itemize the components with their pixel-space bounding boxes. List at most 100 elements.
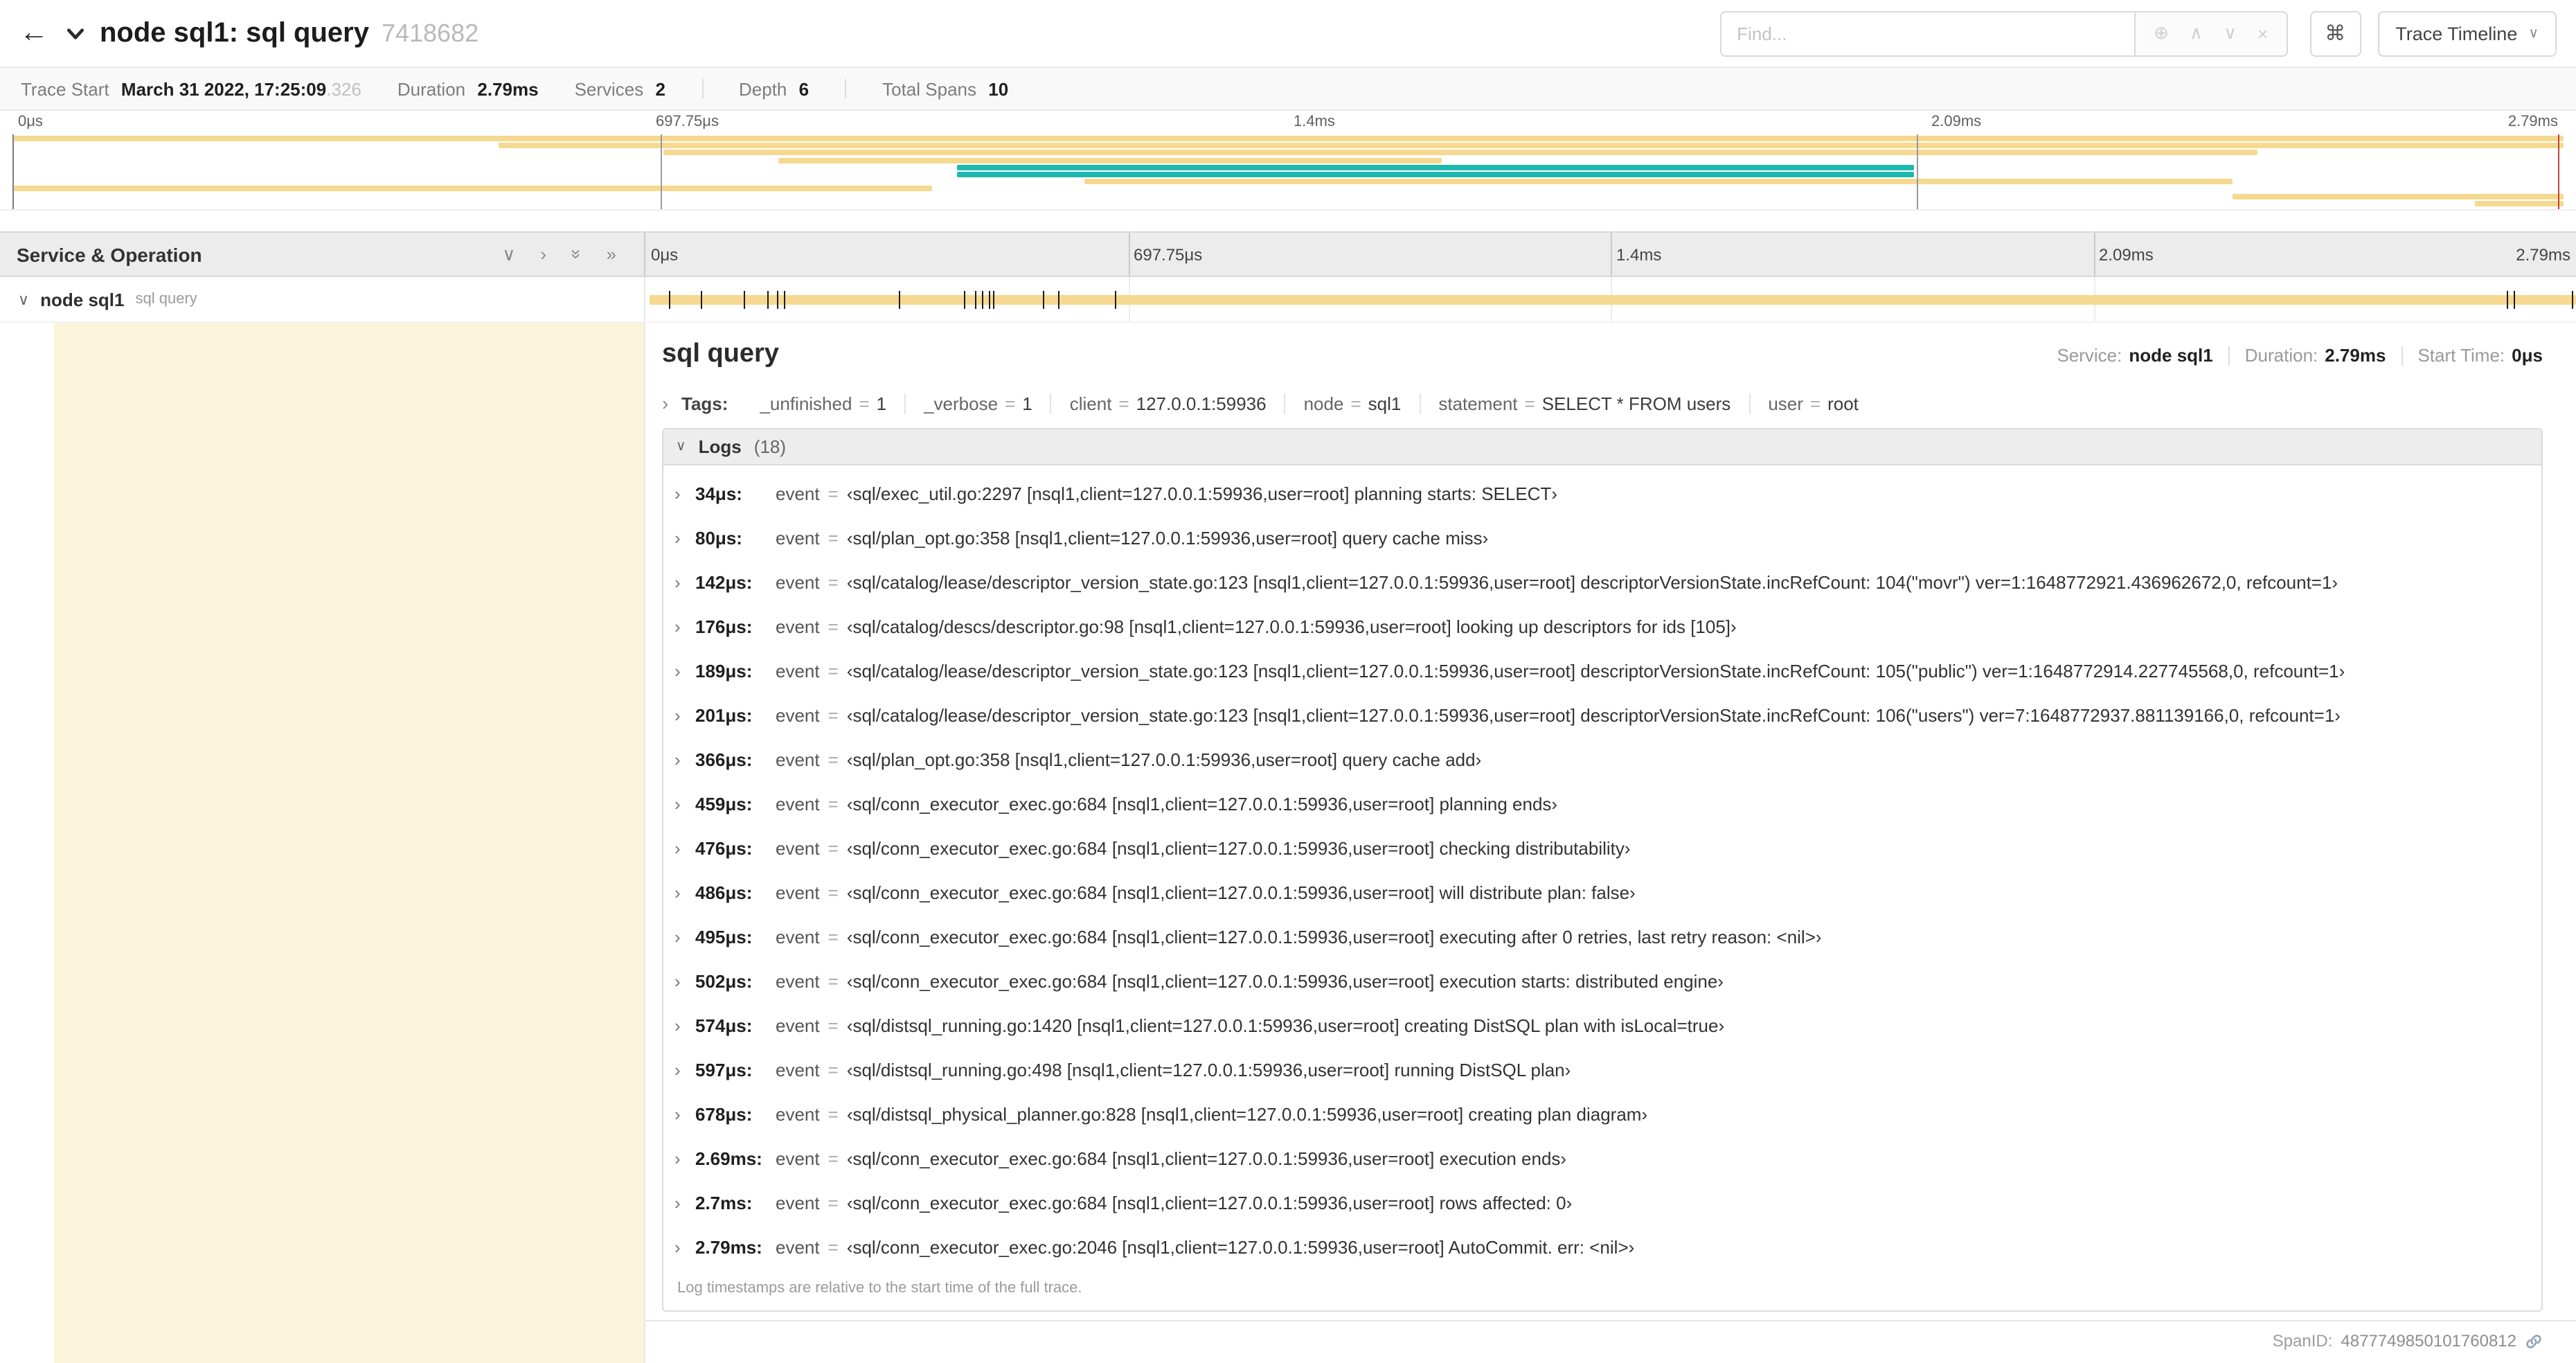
log-value: ‹sql/catalog/descs/descriptor.go:98 [nsq… [846, 616, 1737, 636]
chevron-right-icon[interactable]: › [662, 392, 679, 414]
chevron-right-icon[interactable]: › [674, 970, 695, 991]
chevron-right-icon[interactable]: › [674, 616, 695, 636]
log-timestamp: 189μs: [695, 660, 753, 681]
chevron-right-icon[interactable]: › [674, 749, 695, 769]
span-row[interactable]: ∨ node sql1 sql query [0, 277, 2576, 323]
tag-item: node = sql1 [1284, 393, 1420, 413]
tag-value: 1 [876, 393, 887, 413]
minimap-scrubber-handle[interactable] [660, 134, 662, 209]
timeline-minimap[interactable] [0, 134, 2576, 211]
minimap-canvas[interactable] [12, 134, 2564, 209]
chevron-right-icon[interactable]: › [674, 1192, 695, 1213]
spanid-label: SpanID: [2272, 1331, 2333, 1351]
log-row[interactable]: › 34μs: event = ‹sql/exec_util.go:2297 [nsql… [663, 471, 2541, 515]
header-actions: ⊕ ∧ ∨ × ⌘ Trace Timeline ∨ [1720, 10, 2557, 56]
log-row[interactable]: › 201μs: event = ‹sql/catalog/lease/descript… [663, 693, 2541, 737]
chevron-right-icon[interactable]: › [674, 1148, 695, 1168]
expand-all-icon[interactable]: » [607, 244, 616, 265]
log-row[interactable]: › 678μs: event = ‹sql/distsql_physical_plann… [663, 1092, 2541, 1136]
tags-row[interactable]: › Tags: _unfinished = 1 _verbose = 1 client = 12… [662, 392, 2543, 414]
log-value: ‹sql/plan_opt.go:358 [nsql1,client=127.0… [846, 749, 1482, 769]
log-row[interactable]: › 495μs: event = ‹sql/conn_executor_exec.go:… [663, 914, 2541, 959]
back-button[interactable]: ← [19, 17, 48, 50]
log-row[interactable]: › 2.79ms: event = ‹sql/conn_executor_exec.go… [663, 1224, 2541, 1269]
chevron-right-icon[interactable]: › [674, 1236, 695, 1257]
link-icon[interactable] [2525, 1332, 2543, 1350]
chevron-right-icon[interactable]: › [540, 244, 546, 265]
expander-chevron-down-icon[interactable]: ∨ [18, 290, 29, 308]
span-detail-region: sql query Service: node sql1 Duration: 2.7… [0, 323, 2576, 1363]
duration-stat: Duration 2.79ms [397, 78, 539, 99]
trace-id: 7418682 [381, 19, 479, 46]
log-row[interactable]: › 597μs: event = ‹sql/distsql_running.go:498… [663, 1047, 2541, 1092]
view-selector-button[interactable]: Trace Timeline ∨ [2377, 10, 2557, 56]
log-timestamp: 678μs: [695, 1103, 753, 1124]
log-row[interactable]: › 2.69ms: event = ‹sql/conn_executor_exec.go… [663, 1136, 2541, 1180]
total-spans-label: Total Spans [882, 78, 976, 99]
next-match-icon[interactable]: ∨ [2224, 22, 2237, 44]
focus-icon[interactable]: ⊕ [2154, 22, 2169, 44]
chevron-right-icon[interactable]: › [674, 837, 695, 858]
log-value: ‹sql/conn_executor_exec.go:2046 [nsql1,c… [846, 1236, 1635, 1257]
minimap-span [14, 186, 932, 192]
chevron-right-icon[interactable]: › [674, 1103, 695, 1124]
clear-search-icon[interactable]: × [2257, 23, 2268, 44]
log-row[interactable]: › 574μs: event = ‹sql/distsql_running.go:142… [663, 1003, 2541, 1047]
tag-equals: = [1350, 393, 1361, 413]
tag-equals: = [1809, 393, 1821, 413]
chevron-down-icon[interactable] [65, 23, 86, 44]
trace-start-fraction: .326 [326, 78, 361, 99]
logs-section: ∨ Logs (18) › 34μs: event = ‹sql/exec_util.g… [662, 428, 2543, 1312]
prev-match-icon[interactable]: ∧ [2190, 22, 2203, 44]
chevron-right-icon[interactable]: › [674, 483, 695, 504]
chevron-right-icon[interactable]: › [674, 926, 695, 947]
page-title: node sql1: sql query 7418682 [100, 17, 478, 49]
log-marker [964, 291, 965, 309]
collapse-all-icon[interactable]: » [566, 249, 587, 259]
log-row[interactable]: › 176μs: event = ‹sql/catalog/descs/descript… [663, 604, 2541, 648]
log-marker [668, 291, 670, 309]
logs-header[interactable]: ∨ Logs (18) [663, 429, 2541, 465]
log-value: ‹sql/conn_executor_exec.go:684 [nsql1,cl… [846, 1192, 1573, 1213]
log-row[interactable]: › 189μs: event = ‹sql/catalog/lease/descript… [663, 648, 2541, 693]
log-value: ‹sql/conn_executor_exec.go:684 [nsql1,cl… [846, 882, 1636, 902]
log-value: ‹sql/conn_executor_exec.go:684 [nsql1,cl… [846, 926, 1822, 947]
log-row[interactable]: › 486μs: event = ‹sql/conn_executor_exec.go:… [663, 870, 2541, 914]
timeline-tick-label: 1.4ms [1294, 114, 1335, 130]
start-time-meta-label: Start Time: [2417, 345, 2505, 366]
chevron-right-icon[interactable]: › [674, 660, 695, 681]
log-value: ‹sql/exec_util.go:2297 [nsql1,client=127… [846, 483, 1557, 504]
chevron-down-icon[interactable]: ∨ [676, 439, 686, 454]
log-timestamp: 495μs: [695, 926, 753, 947]
spanid-value: 4877749850101760812 [2341, 1331, 2516, 1351]
log-row[interactable]: › 366μs: event = ‹sql/plan_opt.go:358 [nsql1… [663, 737, 2541, 781]
log-row[interactable]: › 142μs: event = ‹sql/catalog/lease/descript… [663, 560, 2541, 604]
log-row[interactable]: › 80μs: event = ‹sql/plan_opt.go:358 [nsql1,… [663, 515, 2541, 560]
chevron-right-icon[interactable]: › [674, 882, 695, 902]
log-row[interactable]: › 2.7ms: event = ‹sql/conn_executor_exec.go:… [663, 1180, 2541, 1224]
keyboard-shortcuts-button[interactable]: ⌘ [2309, 10, 2361, 56]
chevron-right-icon[interactable]: › [674, 704, 695, 725]
search-input[interactable] [1720, 10, 2136, 56]
chevron-right-icon[interactable]: › [674, 793, 695, 814]
span-operation-name: sql query [135, 291, 197, 308]
log-timestamp: 486μs: [695, 882, 753, 902]
log-row[interactable]: › 459μs: event = ‹sql/conn_executor_exec.go:… [663, 781, 2541, 826]
chevron-right-icon[interactable]: › [674, 571, 695, 592]
gridline [1128, 233, 1129, 276]
log-row[interactable]: › 502μs: event = ‹sql/conn_executor_exec.go:… [663, 959, 2541, 1003]
log-marker [1043, 291, 1045, 309]
log-row[interactable]: › 476μs: event = ‹sql/conn_executor_exec.go:… [663, 826, 2541, 870]
trace-start-value: March 31 2022, 17:25:09 [120, 78, 327, 99]
minimap-scrubber-handle[interactable] [1917, 134, 1919, 209]
timeline-tick-label: 2.09ms [2099, 244, 2154, 264]
log-marker [989, 291, 991, 309]
chevron-right-icon[interactable]: › [674, 1059, 695, 1080]
span-row-name-cell[interactable]: ∨ node sql1 sql query [0, 277, 645, 321]
chevron-right-icon[interactable]: › [674, 1015, 695, 1035]
chevron-right-icon[interactable]: › [674, 527, 695, 548]
chevron-down-icon[interactable]: ∨ [502, 243, 515, 265]
log-value: ‹sql/conn_executor_exec.go:684 [nsql1,cl… [846, 1148, 1567, 1168]
span-bar-cell[interactable] [645, 277, 2576, 321]
log-equals: = [828, 1148, 839, 1168]
